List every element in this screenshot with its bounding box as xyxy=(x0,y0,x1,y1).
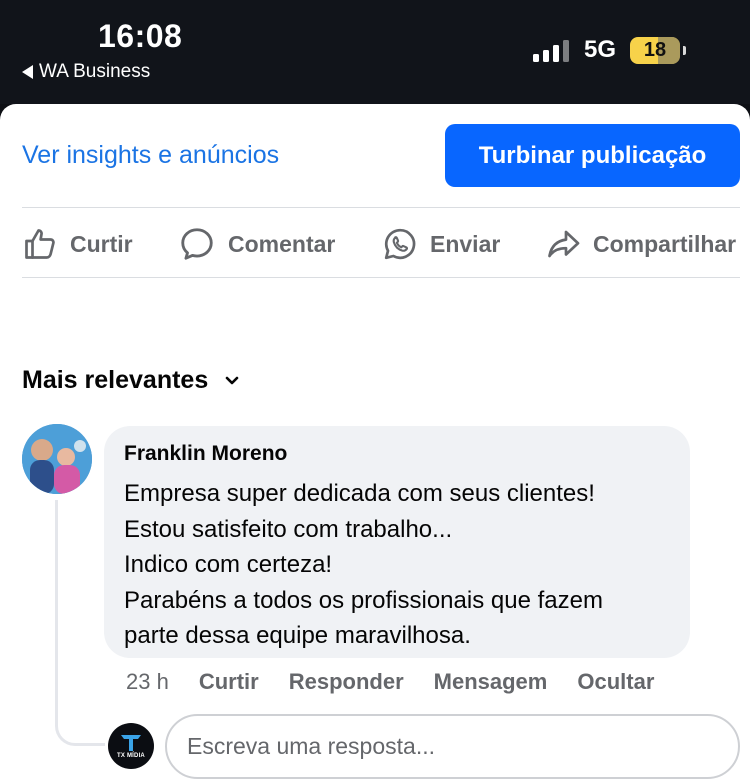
comment-label: Comentar xyxy=(228,230,336,257)
share-arrow-icon xyxy=(548,230,580,258)
back-arrow-icon xyxy=(22,65,33,79)
insights-link[interactable]: Ver insights e anúncios xyxy=(22,141,279,170)
back-app-label: WA Business xyxy=(39,61,151,82)
comment-bubble-icon xyxy=(181,228,213,260)
reply-field[interactable] xyxy=(165,714,740,779)
comment-text: Empresa super dedicada com seus clientes… xyxy=(124,476,603,654)
battery-level: 18 xyxy=(643,39,667,61)
divider xyxy=(22,277,740,278)
comment-button[interactable]: Comentar xyxy=(178,220,335,268)
avatar-image xyxy=(22,424,92,494)
send-whatsapp-button[interactable]: Enviar xyxy=(382,220,500,268)
comment-author[interactable]: Franklin Moreno xyxy=(124,442,287,466)
comment-like-link[interactable]: Curtir xyxy=(199,669,259,695)
comment-age[interactable]: 23 h xyxy=(126,669,169,695)
sort-label: Mais relevantes xyxy=(22,366,209,394)
whatsapp-icon xyxy=(384,228,416,260)
like-button[interactable]: Curtir xyxy=(22,220,133,268)
boost-post-button[interactable]: Turbinar publicação xyxy=(445,124,740,187)
status-bar: 16:08 WA Business 5G 18 xyxy=(0,0,750,104)
share-button[interactable]: Compartilhar xyxy=(545,220,736,268)
comment-line: Parabéns a todos os profissionais que fa… xyxy=(124,586,603,614)
post-action-bar: Curtir Comentar Enviar Compartilhar xyxy=(0,220,750,268)
comment-sort-dropdown[interactable]: Mais relevantes xyxy=(22,366,240,395)
thread-line xyxy=(55,500,105,746)
battery-icon: 18 xyxy=(630,37,686,64)
comment-reply-link[interactable]: Responder xyxy=(289,669,404,695)
signal-icon xyxy=(533,38,569,62)
comment-bubble[interactable]: Franklin Moreno Empresa super dedicada c… xyxy=(104,426,690,658)
network-type: 5G xyxy=(584,36,617,63)
comment-line: Estou satisfeito com trabalho... xyxy=(124,515,453,543)
page-avatar-logo: TX MÍDIA xyxy=(108,723,154,769)
logo-text: TX MÍDIA xyxy=(117,752,145,759)
reply-input[interactable] xyxy=(167,716,738,777)
divider xyxy=(22,207,740,208)
status-time: 16:08 xyxy=(98,18,183,54)
back-to-app-link[interactable]: WA Business xyxy=(22,61,150,83)
comment-line: parte dessa equipe maravilhosa. xyxy=(124,622,471,649)
chevron-down-icon xyxy=(225,376,239,384)
comment-message-link[interactable]: Mensagem xyxy=(434,669,548,695)
like-label: Curtir xyxy=(70,230,133,257)
comment-line: Empresa super dedicada com seus clientes… xyxy=(124,480,595,507)
thumbs-up-icon xyxy=(25,229,55,259)
comment-line: Indico com certeza! xyxy=(124,551,333,578)
tx-logo-icon xyxy=(121,734,141,751)
send-label: Enviar xyxy=(430,230,501,257)
post-sheet: Ver insights e anúncios Turbinar publica… xyxy=(0,104,750,784)
comment-meta: 23 h Curtir Responder Mensagem Ocultar xyxy=(126,669,684,695)
avatar[interactable] xyxy=(22,424,92,494)
share-label: Compartilhar xyxy=(593,230,737,257)
comment-hide-link[interactable]: Ocultar xyxy=(577,669,654,695)
